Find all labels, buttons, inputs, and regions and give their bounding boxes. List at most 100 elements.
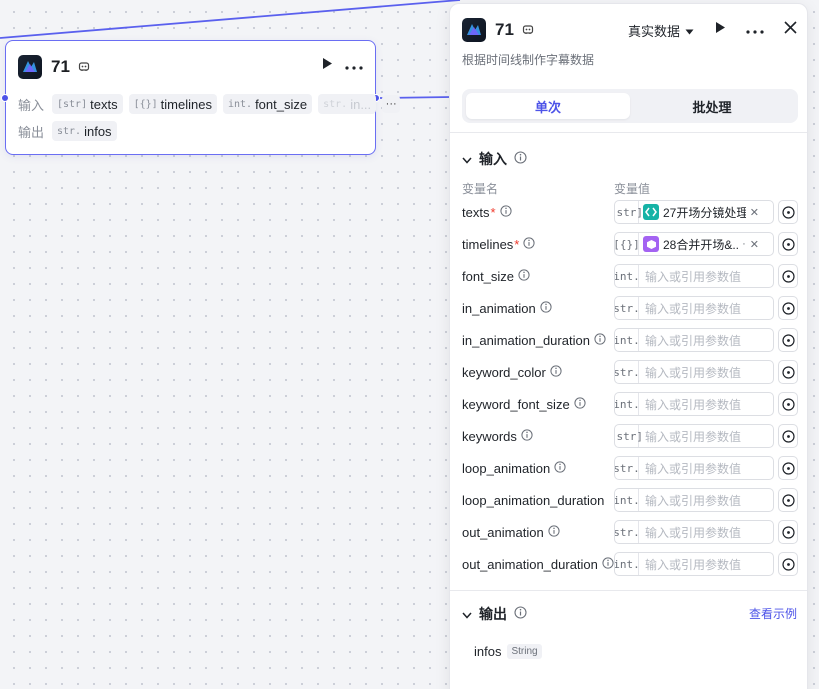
param-placeholder: 输入或引用参数值 [645,461,742,476]
info-icon [594,332,606,348]
param-placeholder: 输入或引用参数值 [645,365,742,380]
info-icon [602,556,614,572]
param-row-keyword-font-size: keyword_font_size int. 输入或引用参数值 [462,392,798,416]
panel-header: 71 真实数据 [462,16,797,44]
plugin-logo-icon [462,18,486,42]
param-row-loop-animation: loop_animation str. 输入或引用参数值 [462,456,798,480]
type-tag: [str] [615,201,643,223]
output-row-infos: infos String [474,644,542,659]
param-value-field[interactable]: int. 输入或引用参数值 [614,264,774,288]
info-icon [554,460,566,476]
plugin-logo-icon [18,55,42,79]
more-inputs-button[interactable]: ··· [382,95,401,113]
input-section-header[interactable]: 输入 [462,149,527,169]
info-icon [514,606,527,622]
column-header-value: 变量值 [614,182,651,196]
variable-picker-button[interactable] [778,520,798,544]
param-value-field[interactable]: [str]输入或引用参数值 [614,424,774,448]
param-placeholder: 输入或引用参数值 [645,525,742,540]
chevron-down-icon [685,23,694,38]
plugin-badge-icon [78,61,90,73]
param-placeholder: 输入或引用参数值 [645,301,742,316]
chevron-down-icon [462,606,472,622]
tab-batch[interactable]: 批处理 [630,93,794,119]
param-value-field[interactable]: str. 输入或引用参数值 [614,456,774,480]
node-header: 71 [18,53,90,81]
code-icon [643,204,659,220]
variable-picker-button[interactable] [778,360,798,384]
param-placeholder: 输入或引用参数值 [645,429,742,444]
workflow-node-card[interactable]: 71 输入 [str] texts [{}] timelines int. font_… [1,40,401,155]
param-row-in-animation-duration: in_animation_duration int. 输入或引用参数值 [462,328,798,352]
reference-chip[interactable]: 28合并开场&... · ✕ [639,236,763,253]
param-name: texts * [462,205,614,220]
variable-picker-button[interactable] [778,296,798,320]
param-value-field[interactable]: int. 输入或引用参数值 [614,552,774,576]
variable-picker-button[interactable] [778,488,798,512]
param-row-texts: texts* [str] 27开场分镜处理 · l· ✕ [462,200,798,224]
info-icon [550,364,562,380]
variable-picker-button[interactable] [778,232,798,256]
cube-icon [643,236,659,252]
output-section-header[interactable]: 输出 [462,604,527,624]
param-name: font_size [462,269,614,284]
info-icon [548,524,560,540]
more-icon[interactable] [746,21,764,39]
param-value-field[interactable]: [{}] 28合并开场&... · ✕ [614,232,774,256]
param-placeholder: 输入或引用参数值 [645,493,742,508]
input-label: 输入 [18,97,45,113]
info-icon [574,396,586,412]
param-placeholder: 输入或引用参数值 [645,557,742,572]
info-icon [540,300,552,316]
param-value-field[interactable]: str. 输入或引用参数值 [614,296,774,320]
type-tag: int. [615,329,640,351]
run-icon[interactable] [321,57,333,75]
panel-description: 根据时间线制作字幕数据 [462,53,595,67]
variable-picker-button[interactable] [778,392,798,416]
param-row-font-size: font_size int. 输入或引用参数值 [462,264,798,288]
panel-title: 71 [495,20,514,39]
node-output-row: 输出 str. infos [18,121,117,141]
param-name: keywords [462,429,614,444]
param-name: out_animation_duration [462,557,614,572]
close-icon[interactable] [784,21,797,39]
type-tag: [{}] [615,233,640,255]
view-example-link[interactable]: 查看示例 [749,605,797,622]
type-tag: [str] [615,425,643,447]
param-placeholder: 输入或引用参数值 [645,397,742,412]
param-value-field[interactable]: [str] 27开场分镜处理 · l· ✕ [614,200,774,224]
plugin-badge-icon [522,24,534,36]
variable-picker-button[interactable] [778,424,798,448]
data-mode-select[interactable]: 真实数据 [628,21,694,40]
node-title: 71 [51,57,70,76]
remove-reference-icon[interactable]: ✕ [750,238,763,251]
node-config-panel: 71 真实数据 根据时间线制作字幕数据 单次 批处理 输入 变量名 变量值 te… [449,3,808,689]
divider [450,132,807,133]
info-icon [523,236,535,252]
type-tag: str. [615,297,640,319]
run-icon[interactable] [714,21,726,39]
param-value-field[interactable]: int. 输入或引用参数值 [614,488,774,512]
type-tag: int. [615,553,640,575]
variable-picker-button[interactable] [778,456,798,480]
param-name: keyword_color [462,365,614,380]
param-placeholder: 输入或引用参数值 [645,269,742,284]
incoming-edge [0,0,461,39]
variable-picker-button[interactable] [778,328,798,352]
param-value-field[interactable]: int. 输入或引用参数值 [614,392,774,416]
param-value-field[interactable]: str. 输入或引用参数值 [614,520,774,544]
remove-reference-icon[interactable]: ✕ [750,206,763,219]
info-icon [499,204,512,220]
variable-picker-button[interactable] [778,552,798,576]
more-icon[interactable] [345,57,363,75]
variable-picker-button[interactable] [778,200,798,224]
variable-picker-button[interactable] [778,264,798,288]
required-mark: * [490,204,496,220]
type-tag: str. [615,361,640,383]
param-value-field[interactable]: int. 输入或引用参数值 [614,328,774,352]
param-value-field[interactable]: str. 输入或引用参数值 [614,360,774,384]
tab-single[interactable]: 单次 [466,93,630,119]
param-row-loop-animation-duration: loop_animation_duration int. 输入或引用参数值 [462,488,798,512]
reference-chip[interactable]: 27开场分镜处理 · l· ✕ [639,204,763,221]
input-port[interactable] [1,94,9,102]
